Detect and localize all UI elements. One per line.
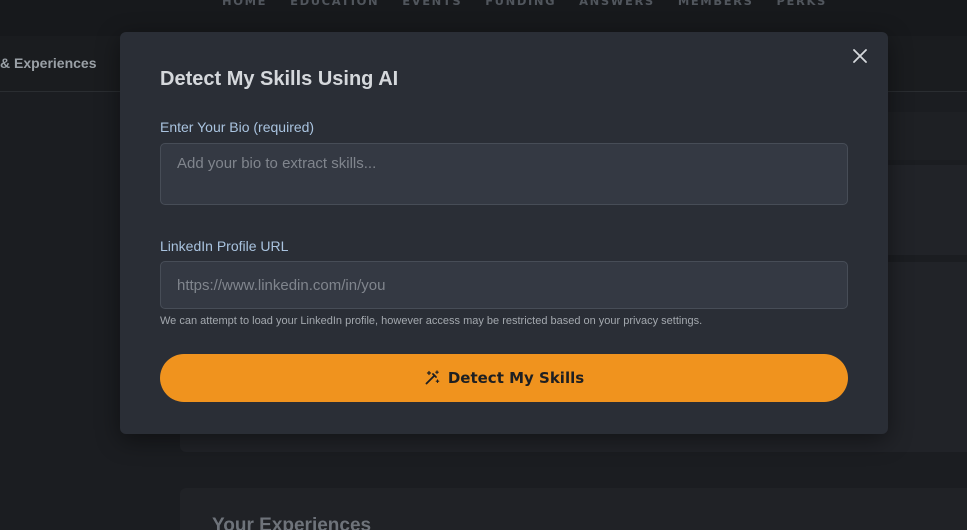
tab-experiences[interactable]: & Experiences (0, 55, 97, 71)
nav-item-events[interactable]: EVENTS (402, 0, 462, 8)
nav-item-education[interactable]: EDUCATION (290, 0, 379, 8)
detect-skills-modal: Detect My Skills Using AI Enter Your Bio… (120, 32, 888, 434)
linkedin-url-input[interactable] (160, 261, 848, 309)
linkedin-help-text: We can attempt to load your LinkedIn pro… (160, 315, 703, 327)
page: HOME EDUCATION EVENTS FUNDING ANSWERS ME… (0, 0, 967, 530)
nav-item-members[interactable]: MEMBERS (678, 0, 754, 8)
bio-label: Enter Your Bio (required) (160, 119, 315, 135)
bio-input[interactable] (160, 143, 848, 205)
nav-item-funding[interactable]: FUNDING (485, 0, 556, 8)
detect-button-label: Detect My Skills (447, 369, 585, 387)
top-navigation: HOME EDUCATION EVENTS FUNDING ANSWERS ME… (0, 0, 967, 36)
nav-item-answers[interactable]: ANSWERS (579, 0, 655, 8)
close-icon (853, 49, 867, 63)
nav-item-perks[interactable]: PERKS (777, 0, 827, 8)
top-navigation-items: HOME EDUCATION EVENTS FUNDING ANSWERS ME… (222, 0, 827, 8)
detect-my-skills-button[interactable]: Detect My Skills (160, 354, 848, 402)
nav-item-home[interactable]: HOME (222, 0, 267, 8)
modal-title: Detect My Skills Using AI (160, 68, 399, 90)
experiences-section-title: Your Experiences (212, 515, 372, 530)
close-button[interactable] (850, 46, 870, 66)
linkedin-label: LinkedIn Profile URL (160, 238, 289, 254)
magic-wand-icon (424, 370, 440, 386)
